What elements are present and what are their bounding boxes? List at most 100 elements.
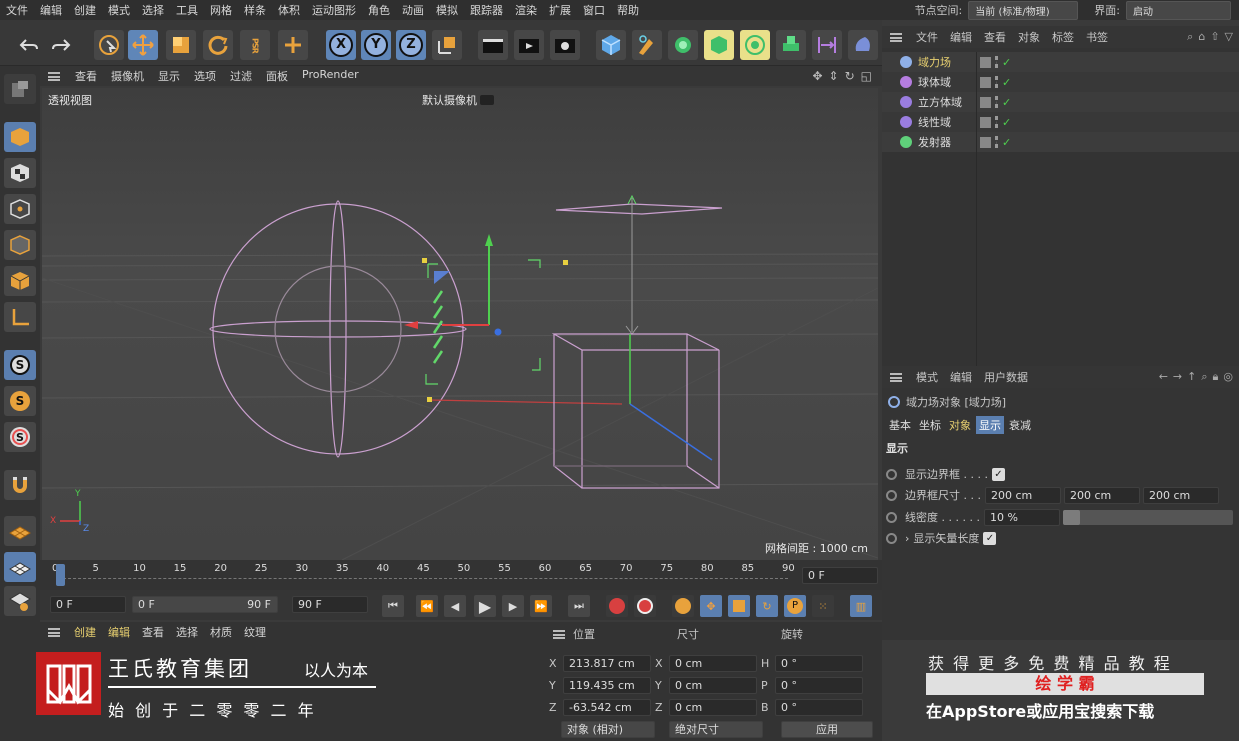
material-menu-item-2[interactable]: 查看 xyxy=(136,624,170,640)
line-density-slider[interactable] xyxy=(1062,509,1233,525)
end-frame-field[interactable]: 90 F xyxy=(292,596,368,613)
material-menu-icon[interactable] xyxy=(48,627,60,637)
rotation-field[interactable]: 0 ° xyxy=(775,654,863,672)
object-row[interactable]: 域力场 ✓ xyxy=(882,52,1239,72)
viewport-move-icon[interactable]: ✥ xyxy=(812,69,822,83)
workplane-snap-icon[interactable]: S xyxy=(4,422,36,452)
visibility-dots-icon[interactable] xyxy=(995,56,999,68)
visibility-dots-icon[interactable] xyxy=(995,136,999,148)
viewport-menu-item-4[interactable]: 过滤 xyxy=(223,68,259,84)
menu-item-8[interactable]: 体积 xyxy=(272,2,306,18)
menu-item-3[interactable]: 模式 xyxy=(102,2,136,18)
visibility-dots-icon[interactable] xyxy=(995,96,999,108)
texture-mode-icon[interactable] xyxy=(4,158,36,188)
size-field[interactable]: 0 cm xyxy=(669,654,757,672)
edge-mode-icon[interactable] xyxy=(4,230,36,260)
object-menu-item-1[interactable]: 编辑 xyxy=(944,29,978,45)
home-icon[interactable]: ⌂ xyxy=(1198,30,1205,44)
coord-mode-dropdown[interactable]: 对象 (相对) xyxy=(561,721,655,738)
attr-tab-4[interactable]: 衰减 xyxy=(1006,416,1034,434)
layer-icon[interactable] xyxy=(980,136,991,148)
vector-length-checkbox[interactable]: ✓ xyxy=(983,531,997,545)
add-tool-icon[interactable] xyxy=(278,30,308,60)
timeline-ruler[interactable]: 051015202530354045505560657075808590 0 F xyxy=(40,560,882,590)
object-row[interactable]: 球体域 ✓ xyxy=(882,72,1239,92)
up-icon[interactable]: ↑ xyxy=(1187,370,1196,384)
attr-tab-1[interactable]: 坐标 xyxy=(916,416,944,434)
cloner-icon[interactable] xyxy=(740,30,770,60)
object-menu-item-3[interactable]: 对象 xyxy=(1012,29,1046,45)
viewport-menu-item-2[interactable]: 显示 xyxy=(151,68,187,84)
render-picture-viewer-icon[interactable] xyxy=(514,30,544,60)
grid-workplane-icon[interactable] xyxy=(4,552,36,582)
snap-icon[interactable]: S xyxy=(4,350,36,380)
line-density-field[interactable]: 10 % xyxy=(983,508,1060,526)
keyframe-selection-icon[interactable] xyxy=(672,595,694,617)
model-mode-icon[interactable] xyxy=(4,122,36,152)
attr-tab-2[interactable]: 对象 xyxy=(946,416,974,434)
object-menu-item-4[interactable]: 标签 xyxy=(1046,29,1080,45)
point-mode-icon[interactable] xyxy=(4,194,36,224)
size-field[interactable]: 0 cm xyxy=(669,698,757,716)
viewport-rotate-icon[interactable]: ↻ xyxy=(845,69,855,83)
axis-mode-icon[interactable] xyxy=(4,302,36,332)
menu-item-15[interactable]: 扩展 xyxy=(543,2,577,18)
enabled-check-icon[interactable]: ✓ xyxy=(1002,116,1011,129)
attribute-menu-icon[interactable] xyxy=(890,372,902,382)
object-menu-item-2[interactable]: 查看 xyxy=(978,29,1012,45)
cube-object-icon[interactable] xyxy=(596,30,626,60)
object-row[interactable]: 发射器 ✓ xyxy=(882,132,1239,152)
size-mode-dropdown[interactable]: 绝对尺寸 xyxy=(669,721,763,738)
viewport-menu-item-6[interactable]: ProRender xyxy=(295,68,366,84)
menu-item-17[interactable]: 帮助 xyxy=(611,2,645,18)
coord-menu-icon[interactable] xyxy=(553,629,565,639)
key-rotation-icon[interactable]: ↻ xyxy=(756,595,778,617)
rotation-field[interactable]: 0 ° xyxy=(775,676,863,694)
menu-item-7[interactable]: 样条 xyxy=(238,2,272,18)
environment-icon[interactable] xyxy=(848,30,878,60)
menu-item-10[interactable]: 角色 xyxy=(362,2,396,18)
lock-z-axis-button[interactable]: Z xyxy=(396,30,426,60)
menu-item-0[interactable]: 文件 xyxy=(0,2,34,18)
start-frame-field[interactable]: 0 F xyxy=(50,596,126,613)
goto-end-icon[interactable]: ⏭ xyxy=(568,595,590,617)
material-menu-item-5[interactable]: 纹理 xyxy=(238,624,272,640)
menu-item-4[interactable]: 选择 xyxy=(136,2,170,18)
expand-chevron-icon[interactable]: › xyxy=(905,532,909,545)
back-icon[interactable]: ← xyxy=(1159,370,1168,384)
psr-tool-icon[interactable]: PSR xyxy=(240,30,270,60)
object-menu-item-0[interactable]: 文件 xyxy=(910,29,944,45)
play-icon[interactable]: ▶ xyxy=(474,595,496,617)
material-menu-item-1[interactable]: 编辑 xyxy=(102,624,136,640)
coordinate-system-icon[interactable] xyxy=(432,30,462,60)
size-field[interactable]: 0 cm xyxy=(669,676,757,694)
position-field[interactable]: 119.435 cm xyxy=(563,676,651,694)
menu-item-11[interactable]: 动画 xyxy=(396,2,430,18)
material-menu-item-3[interactable]: 选择 xyxy=(170,624,204,640)
object-row[interactable]: 立方体域 ✓ xyxy=(882,92,1239,112)
rotate-tool-icon[interactable] xyxy=(203,30,233,60)
locked-workplane-icon[interactable] xyxy=(4,586,36,616)
attr-tab-3[interactable]: 显示 xyxy=(976,416,1004,434)
position-field[interactable]: 213.817 cm xyxy=(563,654,651,672)
bbox-size-z-field[interactable]: 200 cm xyxy=(1142,486,1219,504)
menu-item-16[interactable]: 窗口 xyxy=(577,2,611,18)
viewport-menu-icon[interactable] xyxy=(48,71,60,81)
move-tool-icon[interactable] xyxy=(128,30,158,60)
enabled-check-icon[interactable]: ✓ xyxy=(1002,56,1011,69)
playhead[interactable] xyxy=(56,564,65,586)
object-row[interactable]: 线性域 ✓ xyxy=(882,112,1239,132)
visibility-dots-icon[interactable] xyxy=(995,76,999,88)
object-menu-icon[interactable] xyxy=(890,32,902,42)
make-editable-icon[interactable] xyxy=(4,74,36,104)
object-menu-item-5[interactable]: 书签 xyxy=(1080,29,1114,45)
bbox-size-x-field[interactable]: 200 cm xyxy=(984,486,1061,504)
animate-dot-icon[interactable] xyxy=(886,468,897,480)
subdivision-icon[interactable] xyxy=(668,30,698,60)
lock-x-axis-button[interactable]: X xyxy=(326,30,356,60)
up-icon[interactable]: ⇧ xyxy=(1210,30,1219,44)
material-menu-item-4[interactable]: 材质 xyxy=(204,624,238,640)
forward-icon[interactable]: → xyxy=(1173,370,1182,384)
enabled-check-icon[interactable]: ✓ xyxy=(1002,136,1011,149)
menu-item-9[interactable]: 运动图形 xyxy=(306,2,362,18)
